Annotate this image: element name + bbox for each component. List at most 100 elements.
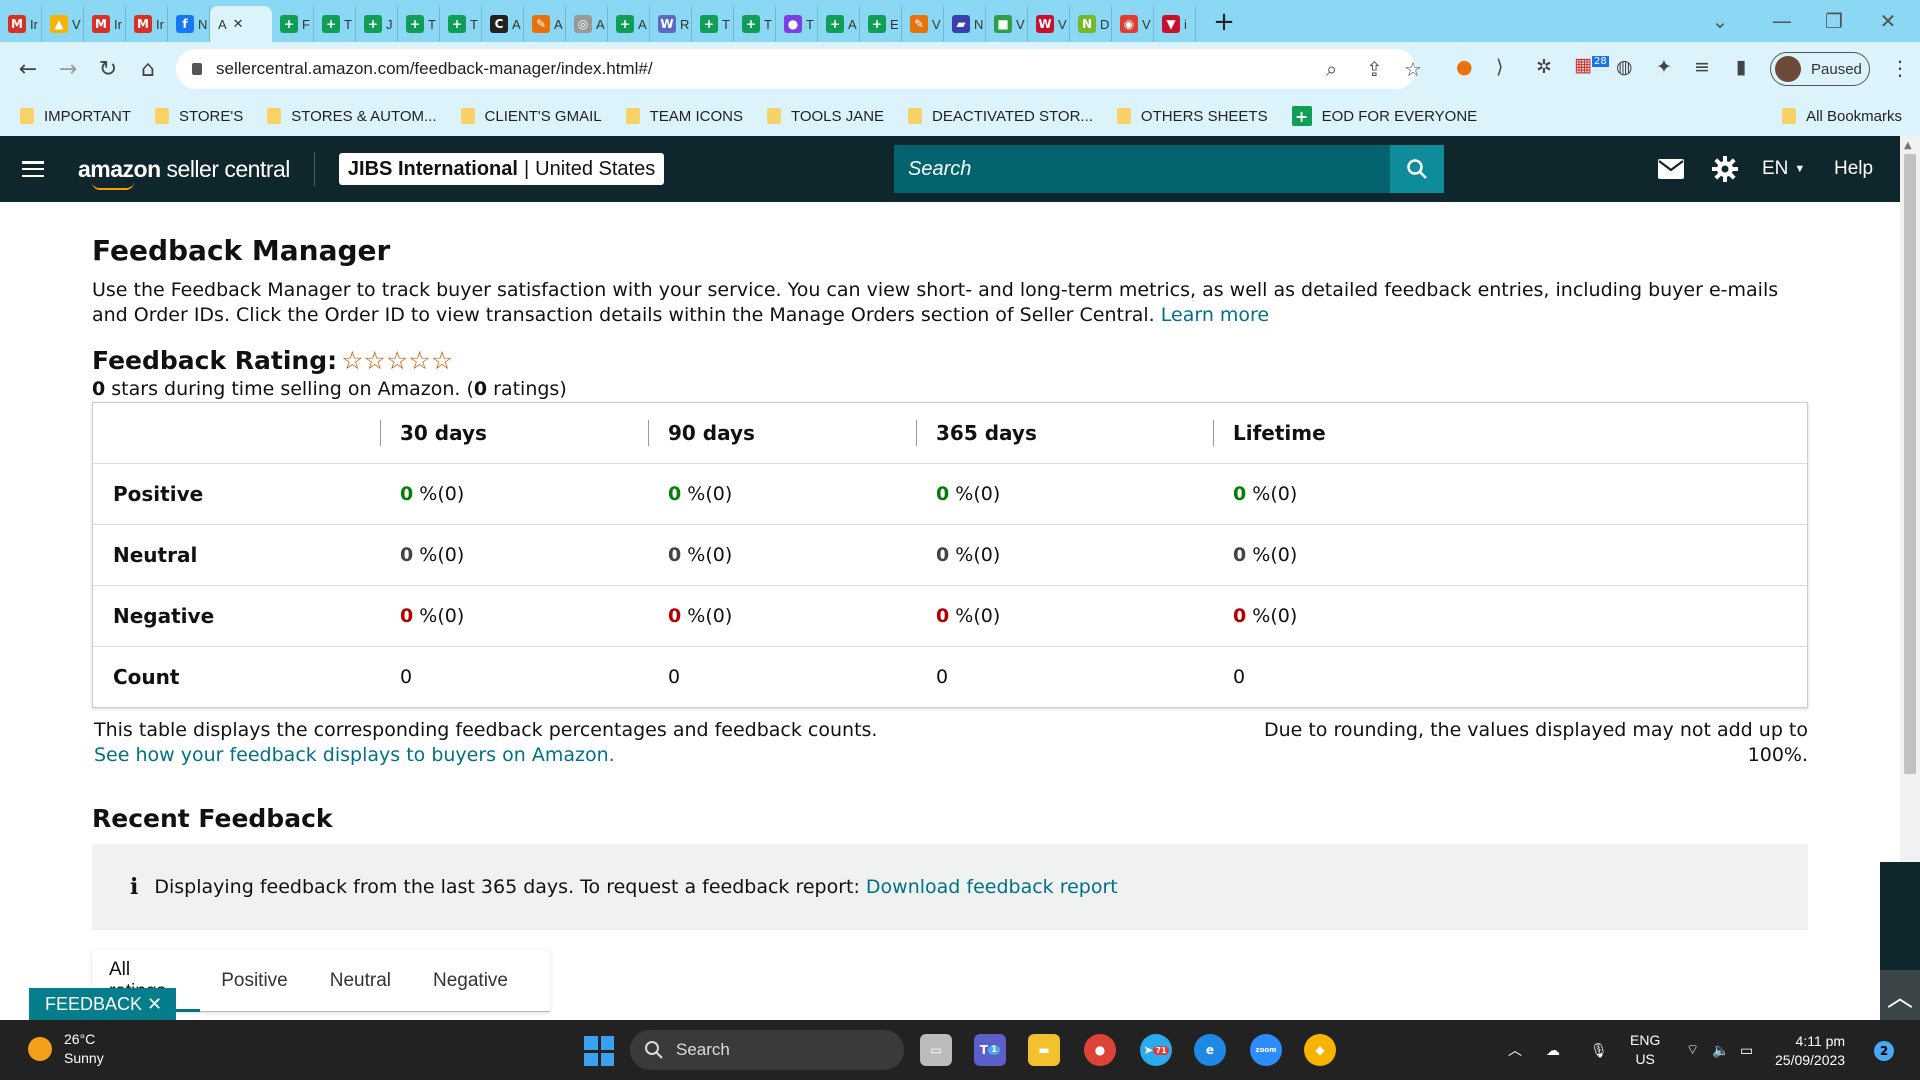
lock-icon[interactable]	[192, 63, 202, 75]
all-bookmarks[interactable]: All Bookmarks	[1782, 96, 1902, 136]
microphone-icon[interactable]: 🎙	[1590, 1020, 1608, 1080]
chrome-icon[interactable]: ●	[1084, 1034, 1116, 1066]
extension-icon-4[interactable]: ◍	[1616, 56, 1633, 78]
bookmark-star-icon[interactable]: ☆	[1404, 57, 1422, 81]
minimize-button[interactable]: —	[1752, 0, 1812, 42]
browser-tab[interactable]: M Ir	[84, 6, 126, 42]
bookmark-item[interactable]: + EOD FOR EVERYONE	[1291, 106, 1477, 126]
browser-tab[interactable]: ◉ V	[1112, 6, 1154, 42]
clock[interactable]: 4:11 pm 25/09/2023	[1775, 1032, 1845, 1070]
filter-tab-positive[interactable]: Positive	[221, 970, 288, 992]
omnibox[interactable]: sellercentral.amazon.com/feedback-manage…	[176, 49, 1422, 89]
browser-tab[interactable]: + F	[272, 6, 314, 42]
browser-tab[interactable]: + A	[818, 6, 860, 42]
battery-icon[interactable]: ▭	[1740, 1020, 1753, 1080]
close-tab-icon[interactable]: ✕	[233, 16, 244, 32]
bookmark-item[interactable]: IMPORTANT	[20, 108, 131, 125]
browser-tab[interactable]: + T	[398, 6, 440, 42]
input-language[interactable]: ENG US	[1630, 1020, 1660, 1080]
browser-tab[interactable]: ▲ V	[42, 6, 84, 42]
edge-icon[interactable]: e	[1194, 1034, 1226, 1066]
zoom-icon[interactable]: zoom	[1250, 1034, 1282, 1066]
telegram-icon[interactable]: ➤ 71	[1140, 1034, 1172, 1066]
extensions-puzzle-icon[interactable]: ✦	[1656, 56, 1672, 78]
messages-button[interactable]	[1658, 136, 1684, 202]
browser-tab[interactable]: M Ir	[0, 6, 42, 42]
learn-more-link[interactable]: Learn more	[1161, 304, 1269, 326]
browser-tab[interactable]: + T	[734, 6, 776, 42]
bookmark-item[interactable]: DEACTIVATED STOR...	[908, 108, 1093, 125]
shield-app-icon[interactable]: ◆	[1304, 1034, 1336, 1066]
browser-tab[interactable]: ND	[1070, 6, 1112, 42]
url-text[interactable]: sellercentral.amazon.com/feedback-manage…	[216, 59, 653, 79]
browser-tab[interactable]: ◎ A	[566, 6, 608, 42]
new-tab-button[interactable]: +	[1204, 7, 1244, 37]
browser-tab[interactable]: WR	[650, 6, 692, 42]
browser-tab[interactable]: ▼ i	[1154, 6, 1196, 42]
settings-button[interactable]	[1712, 136, 1738, 202]
search-input[interactable]: Search	[894, 145, 1390, 193]
browser-tab[interactable]: WV	[1028, 6, 1070, 42]
browser-tab[interactable]: + T	[692, 6, 734, 42]
close-window-button[interactable]: ✕	[1858, 0, 1918, 42]
tab-search-icon[interactable]: ⌄	[1690, 0, 1750, 42]
volume-muted-icon[interactable]: 🔈	[1712, 1020, 1729, 1080]
side-panel-icon[interactable]: ▮	[1736, 56, 1746, 78]
browser-tab[interactable]: ✎ A	[524, 6, 566, 42]
task-view-icon[interactable]: ▭	[920, 1034, 952, 1066]
feedback-widget-button[interactable]: FEEDBACK ✕	[29, 988, 176, 1020]
scroll-up-arrow-icon[interactable]: ▲	[1904, 140, 1912, 151]
bookmark-item[interactable]: CLIENT'S GMAIL	[460, 108, 602, 125]
search-button[interactable]	[1390, 145, 1444, 193]
filter-tab-neutral[interactable]: Neutral	[330, 970, 391, 992]
browser-tab[interactable]: ■ V	[986, 6, 1028, 42]
taskbar-search[interactable]: Search	[630, 1030, 904, 1070]
hamburger-menu-icon[interactable]	[22, 161, 44, 177]
back-arrow-icon[interactable]: ←	[8, 57, 48, 82]
notification-badge[interactable]: 2	[1874, 1041, 1894, 1061]
browser-tab[interactable]: ● T	[776, 6, 818, 42]
see-how-feedback-displays-link[interactable]: See how your feedback displays to buyers…	[94, 744, 615, 766]
forward-arrow-icon[interactable]: →	[48, 57, 88, 82]
browser-tab[interactable]: M Ir	[126, 6, 168, 42]
filter-tab-negative[interactable]: Negative	[433, 970, 508, 992]
onedrive-cloud-icon[interactable]: ☁	[1546, 1020, 1560, 1080]
browser-tab[interactable]: ✎ V	[902, 6, 944, 42]
file-explorer-icon[interactable]: ▬	[1028, 1034, 1060, 1066]
browser-menu-icon[interactable]: ⋮	[1890, 56, 1910, 80]
home-icon[interactable]: ⌂	[128, 57, 168, 82]
bookmark-item[interactable]: STORE'S	[154, 108, 243, 125]
scrollbar-thumb[interactable]	[1904, 154, 1916, 774]
browser-tab[interactable]: CA	[482, 6, 524, 42]
browser-tab[interactable]: + E	[860, 6, 902, 42]
restore-button[interactable]: ❐	[1804, 0, 1864, 42]
zoom-icon[interactable]: ⌕	[1326, 57, 1337, 81]
profile-button[interactable]: Paused	[1770, 52, 1870, 86]
wifi-icon[interactable]: ⌔	[1686, 1020, 1699, 1080]
calendar-extension-icon[interactable]: ▦ 28	[1574, 54, 1609, 76]
share-icon[interactable]: ⇪	[1366, 57, 1383, 81]
extension-icon-3[interactable]: ✲	[1536, 56, 1552, 78]
browser-tab[interactable]: + A	[608, 6, 650, 42]
teams-icon[interactable]: T1	[974, 1034, 1006, 1066]
bookmark-item[interactable]: TEAM ICONS	[625, 108, 743, 125]
back-to-top-icon[interactable]: ︿	[1880, 970, 1920, 1020]
windows-start-icon[interactable]	[584, 1036, 614, 1066]
help-link[interactable]: Help	[1834, 136, 1873, 202]
bookmark-item[interactable]: STORES & AUTOM...	[267, 108, 437, 125]
tab-active[interactable]: A ✕	[210, 6, 272, 42]
browser-tab[interactable]: + J	[356, 6, 398, 42]
amazon-seller-central-logo[interactable]: amazon seller central	[78, 156, 290, 190]
extension-icon-2[interactable]: ⟩	[1496, 56, 1503, 78]
browser-tab[interactable]: ▰ N	[944, 6, 986, 42]
reading-list-icon[interactable]: ≡	[1694, 56, 1710, 78]
reload-icon[interactable]: ↻	[88, 57, 128, 82]
browser-tab[interactable]: + T	[440, 6, 482, 42]
language-selector[interactable]: EN ▼	[1762, 136, 1805, 202]
bookmark-item[interactable]: OTHERS SHEETS	[1116, 108, 1268, 125]
browser-tab[interactable]: fN	[168, 6, 210, 42]
bookmark-item[interactable]: TOOLS JANE	[766, 108, 884, 125]
extension-icon-1[interactable]: ●	[1456, 56, 1473, 78]
account-switcher[interactable]: JIBS International | United States	[338, 153, 665, 185]
weather-widget[interactable]: 26°C Sunny	[28, 1030, 104, 1068]
